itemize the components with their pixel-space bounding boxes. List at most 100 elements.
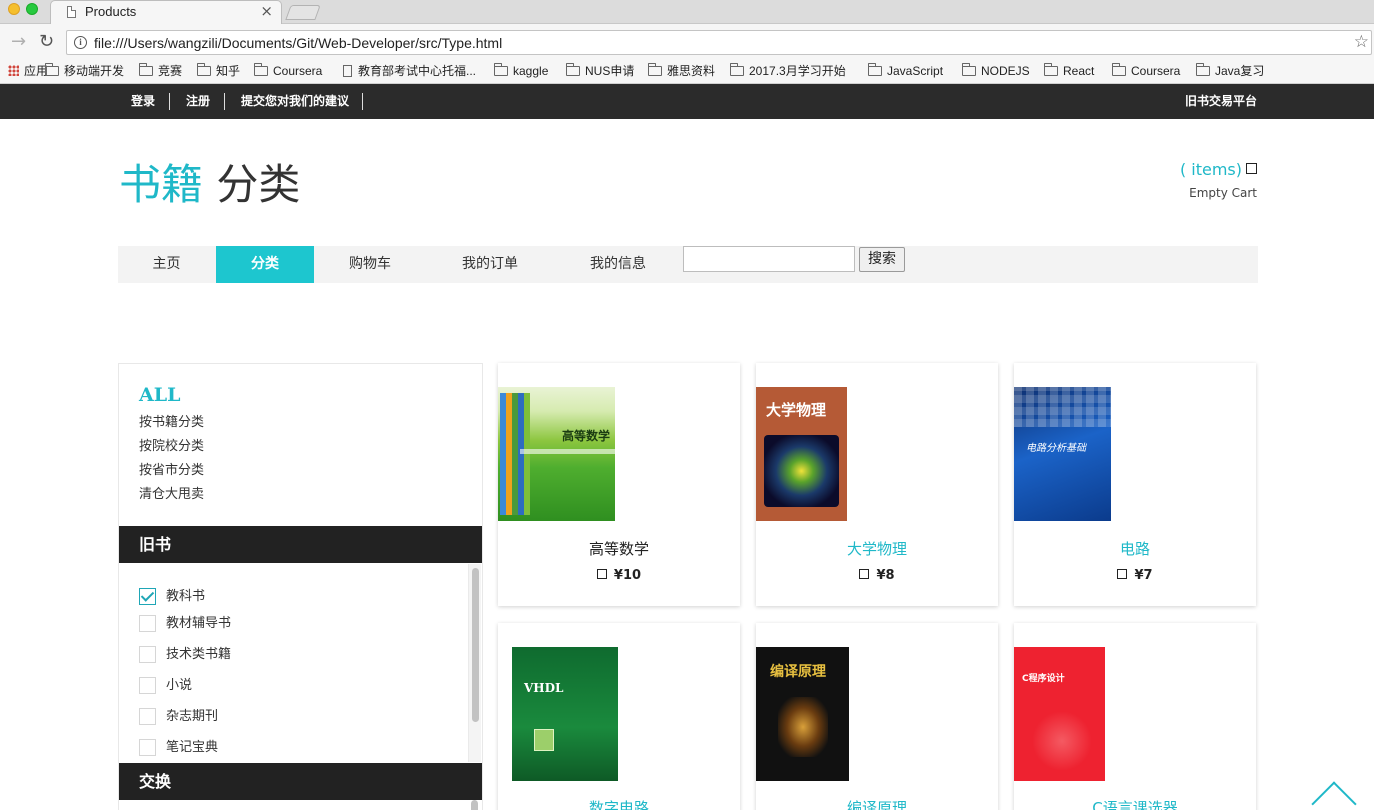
forward-arrow-icon[interactable]: → — [11, 32, 26, 52]
bookmark-item[interactable]: JavaScript — [868, 63, 943, 79]
bookmark-item[interactable]: NUS申请 — [566, 63, 634, 79]
cover-artwork — [764, 435, 839, 507]
category-sidebar: ALL 按书籍分类 按院校分类 按省市分类 清仓大甩卖 旧书 教科书 教材辅导书技… — [118, 363, 483, 810]
add-to-cart-checkbox-icon[interactable] — [596, 569, 607, 579]
cover-band — [520, 449, 615, 454]
folder-icon — [566, 63, 580, 76]
cart-items-count[interactable]: ( items) — [1180, 160, 1242, 179]
bookmark-item[interactable]: 知乎 — [197, 63, 240, 79]
nav-my-info[interactable]: 我的信息 — [578, 246, 658, 283]
book-cover-image[interactable]: VHDL — [512, 647, 618, 781]
book-cover-image[interactable]: 编译原理 — [756, 647, 849, 781]
cover-title: VHDL — [524, 681, 564, 695]
url-text[interactable]: file:///Users/wangzili/Documents/Git/Web… — [94, 35, 502, 51]
product-card[interactable]: C程序设计 C语言课选器 — [1014, 623, 1256, 810]
bookmark-item[interactable]: kaggle — [494, 63, 548, 79]
nav-cart[interactable]: 购物车 — [321, 246, 419, 283]
bookmark-star-icon[interactable]: ☆ — [1354, 32, 1369, 52]
bookmark-item[interactable]: React — [1044, 63, 1094, 79]
checkbox[interactable] — [139, 646, 156, 663]
login-link[interactable]: 登录 — [131, 94, 155, 108]
product-name[interactable]: 电路 — [1014, 538, 1256, 559]
page-icon — [343, 65, 352, 77]
register-link[interactable]: 注册 — [186, 94, 210, 108]
cover-chip-graphic — [534, 729, 554, 751]
product-card[interactable]: 编译原理 编译原理 — [756, 623, 998, 810]
product-name[interactable]: 大学物理 — [756, 538, 998, 559]
folder-icon — [1112, 63, 1126, 76]
maximize-window-button[interactable] — [26, 3, 38, 15]
divider — [362, 93, 363, 110]
scrollbar-thumb[interactable] — [472, 568, 479, 722]
bookmark-item[interactable]: Java复习 — [1196, 63, 1264, 79]
book-cover-image[interactable]: 大学物理 — [756, 387, 847, 521]
checkbox[interactable] — [139, 615, 156, 632]
sidebar-link-by-book[interactable]: 按书籍分类 — [139, 415, 204, 431]
book-spine — [524, 393, 530, 515]
feedback-link[interactable]: 提交您对我们的建议 — [241, 94, 349, 108]
add-to-cart-checkbox-icon[interactable] — [1117, 569, 1128, 579]
product-name[interactable]: C语言课选器 — [1014, 797, 1256, 810]
checkbox[interactable] — [139, 708, 156, 725]
new-tab-button[interactable] — [285, 5, 321, 20]
cover-title: 电路分析基础 — [1026, 443, 1086, 454]
book-cover-image[interactable]: 电路分析基础 — [1014, 387, 1111, 521]
bookmark-item[interactable]: Coursera — [254, 63, 322, 79]
product-name[interactable]: 数字电路 — [498, 797, 740, 810]
product-name[interactable]: 高等数学 — [498, 538, 740, 559]
browser-toolbar: → ↻ i file:///Users/wangzili/Documents/G… — [0, 24, 1374, 61]
info-icon[interactable]: i — [74, 36, 87, 49]
search-input[interactable] — [683, 246, 855, 272]
product-card[interactable]: 高等数学 高等数学 ¥10 — [498, 363, 740, 606]
page-title: 书籍 分类 — [119, 157, 300, 213]
nav-orders[interactable]: 我的订单 — [448, 246, 532, 283]
price-value: ¥7 — [1134, 568, 1153, 583]
add-to-cart-checkbox-icon[interactable] — [859, 569, 870, 579]
folder-icon — [494, 63, 508, 76]
checkbox[interactable] — [139, 739, 156, 756]
bookmark-item[interactable]: 雅思资料 — [648, 63, 715, 79]
tab-title: Products — [85, 4, 137, 19]
nav-category[interactable]: 分类 — [216, 246, 314, 283]
book-cover-image[interactable]: C程序设计 — [1014, 647, 1105, 781]
bookmark-item[interactable]: 竞赛 — [139, 63, 182, 79]
filter-label: 杂志期刊 — [166, 709, 219, 724]
product-card[interactable]: VHDL 数字电路 — [498, 623, 740, 810]
checked-checkbox[interactable] — [139, 588, 156, 605]
bookmark-item[interactable]: Coursera — [1112, 63, 1180, 79]
reload-icon[interactable]: ↻ — [39, 32, 54, 52]
cart-summary[interactable]: ( items) Empty Cart — [1180, 160, 1257, 200]
folder-icon — [1044, 63, 1058, 76]
product-name[interactable]: 编译原理 — [756, 797, 998, 810]
bookmark-item[interactable]: 应用 — [8, 63, 48, 79]
browser-tab[interactable]: Products × — [50, 0, 282, 24]
bookmark-item[interactable]: 移动端开发 — [45, 63, 124, 79]
sidebar-link-by-province[interactable]: 按省市分类 — [139, 463, 204, 479]
folder-icon — [962, 63, 976, 76]
all-categories-link[interactable]: ALL — [139, 384, 180, 406]
nav-home[interactable]: 主页 — [118, 246, 215, 283]
folder-icon — [254, 63, 268, 76]
address-bar[interactable]: i file:///Users/wangzili/Documents/Git/W… — [66, 30, 1372, 55]
sidebar-link-clearance[interactable]: 清仓大甩卖 — [139, 487, 204, 503]
bookmark-item[interactable]: 2017.3月学习开始 — [730, 63, 846, 79]
folder-icon — [1196, 63, 1210, 76]
empty-cart-link[interactable]: Empty Cart — [1180, 186, 1257, 200]
search-button[interactable]: 搜索 — [859, 247, 905, 272]
close-tab-icon[interactable]: × — [260, 2, 273, 20]
minimize-window-button[interactable] — [8, 3, 20, 15]
book-cover-image[interactable]: 高等数学 — [498, 387, 615, 521]
folder-icon — [197, 63, 211, 76]
product-card[interactable]: 电路分析基础电路 ¥7 — [1014, 363, 1256, 606]
sidebar-link-by-school[interactable]: 按院校分类 — [139, 439, 204, 455]
product-card[interactable]: 大学物理 大学物理 ¥8 — [756, 363, 998, 606]
filter-scrollbar[interactable] — [468, 564, 481, 762]
bookmark-item[interactable]: 教育部考试中心托福... — [343, 63, 476, 79]
scrollbar-thumb[interactable] — [471, 800, 478, 810]
site-top-bar: 登录 注册 提交您对我们的建议 旧书交易平台 — [0, 84, 1374, 119]
bookmark-item[interactable]: NODEJS — [962, 63, 1030, 79]
checkbox[interactable] — [139, 677, 156, 694]
folder-icon — [868, 63, 882, 76]
scroll-to-top-icon[interactable] — [1311, 781, 1357, 810]
price-value: ¥8 — [876, 568, 895, 583]
